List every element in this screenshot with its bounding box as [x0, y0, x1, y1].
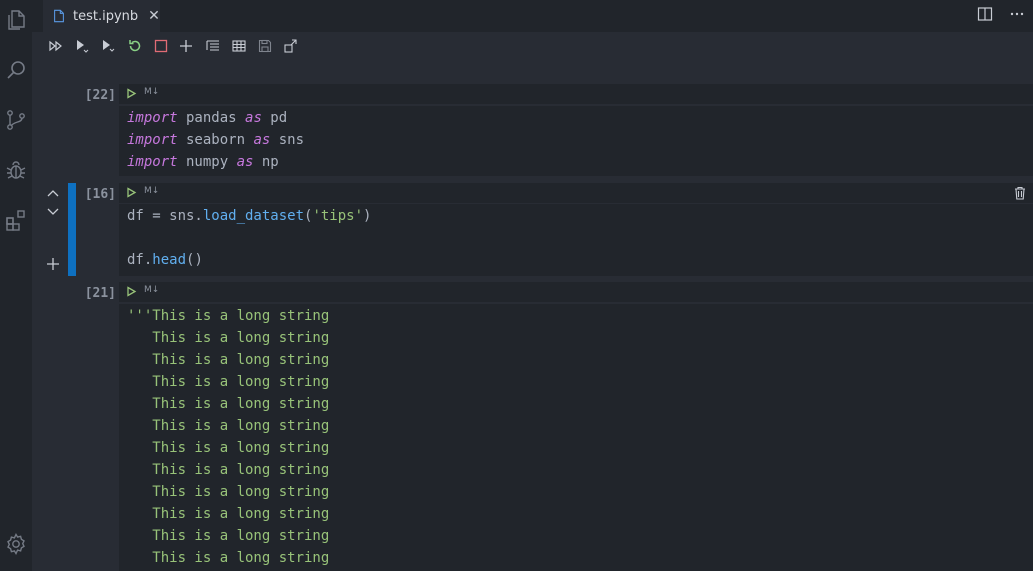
code-line: df.head(): [127, 252, 203, 268]
interrupt-icon[interactable]: [153, 38, 169, 54]
source-control-icon[interactable]: [4, 108, 28, 132]
export-icon[interactable]: [283, 38, 299, 54]
code-line: import seaborn as sns: [127, 132, 305, 148]
close-icon[interactable]: ✕: [148, 9, 160, 23]
code-line: This is a long string: [127, 440, 330, 456]
code-line: This is a long string: [127, 550, 330, 566]
split-editor-icon[interactable]: [977, 6, 993, 22]
code-line: This is a long string: [127, 528, 330, 544]
execution-count: [21]: [84, 286, 116, 301]
code-cell[interactable]: [22] M↓ import pandas as pd import seabo…: [32, 84, 1033, 176]
run-cell-icon[interactable]: [126, 286, 137, 297]
run-cell-icon[interactable]: [126, 88, 137, 99]
code-line: import pandas as pd: [127, 110, 288, 126]
tab-label: test.ipynb: [73, 8, 139, 24]
explorer-icon[interactable]: [4, 8, 28, 32]
code-cell[interactable]: [21] M↓ '''This is a long string This is…: [32, 282, 1033, 571]
code-line: This is a long string: [127, 374, 330, 390]
more-actions-icon[interactable]: [1009, 6, 1025, 22]
run-all-icon[interactable]: [48, 38, 64, 54]
add-cell-icon[interactable]: [178, 38, 194, 54]
debug-icon[interactable]: [4, 158, 28, 182]
variables-icon[interactable]: [231, 38, 247, 54]
code-line: This is a long string: [127, 330, 330, 346]
code-line: This is a long string: [127, 462, 330, 478]
settings-gear-icon[interactable]: [4, 532, 28, 556]
code-line: df = sns.load_dataset('tips'): [127, 208, 372, 224]
cell-language-tag: M↓: [144, 87, 160, 97]
save-icon[interactable]: [257, 38, 273, 54]
code-editor[interactable]: df = sns.load_dataset('tips') df.head(): [119, 204, 1033, 276]
notebook-editor: [22] M↓ import pandas as pd import seabo…: [32, 60, 1033, 571]
clear-outputs-icon[interactable]: [205, 38, 221, 54]
extensions-icon[interactable]: [4, 208, 28, 232]
code-editor[interactable]: import pandas as pd import seaborn as sn…: [119, 106, 1033, 176]
file-icon: [52, 9, 66, 23]
cell-status-bar: M↓: [119, 84, 1033, 104]
code-line: '''This is a long string: [127, 308, 330, 324]
search-icon[interactable]: [4, 58, 28, 82]
execution-count: [16]: [84, 187, 116, 202]
cell-status-bar: M↓: [119, 282, 1033, 302]
run-above-icon[interactable]: [74, 38, 90, 54]
code-line: This is a long string: [127, 484, 330, 500]
code-line: This is a long string: [127, 506, 330, 522]
editor-actions: [977, 6, 1025, 22]
code-editor[interactable]: '''This is a long string This is a long …: [119, 304, 1033, 571]
code-cell-focused[interactable]: [16] M↓ df = sns.load_dataset('tips') df…: [32, 183, 1033, 276]
cell-language-tag: M↓: [144, 285, 160, 295]
run-cell-icon[interactable]: [126, 187, 137, 198]
code-line: This is a long string: [127, 396, 330, 412]
code-line: This is a long string: [127, 352, 330, 368]
execution-count: [22]: [84, 88, 116, 103]
code-line: import numpy as np: [127, 154, 279, 170]
notebook-toolbar: [32, 32, 1033, 60]
tab-bar: test.ipynb ✕: [32, 0, 1033, 32]
code-line: This is a long string: [127, 418, 330, 434]
cell-language-tag: M↓: [144, 186, 160, 196]
activity-bar: [0, 0, 32, 571]
delete-cell-icon[interactable]: [1013, 186, 1027, 200]
run-below-icon[interactable]: [100, 38, 116, 54]
cell-status-bar: M↓: [119, 183, 1033, 203]
tab-test-ipynb[interactable]: test.ipynb ✕: [43, 0, 160, 32]
restart-icon[interactable]: [127, 38, 143, 54]
